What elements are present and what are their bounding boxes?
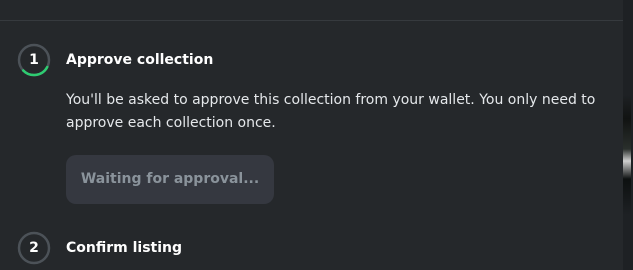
step-title: Approve collection: [66, 52, 214, 68]
step-number: 1: [29, 52, 39, 68]
nft-artwork-preview: [623, 95, 631, 215]
step-description: You'll be asked to approve this collecti…: [66, 92, 596, 131]
step-progress-indicator: 1: [17, 43, 51, 77]
step-indicator: 2: [17, 231, 51, 265]
step-number: 2: [29, 240, 39, 256]
listing-steps-modal: 1 Approve collection You'll be asked to …: [0, 0, 623, 270]
waiting-for-approval-button[interactable]: Waiting for approval...: [66, 155, 274, 204]
step-title: Confirm listing: [66, 240, 183, 256]
background-artwork: [623, 0, 633, 270]
listing-page: 1 Approve collection You'll be asked to …: [0, 0, 633, 270]
modal-header-divider: [0, 20, 623, 21]
